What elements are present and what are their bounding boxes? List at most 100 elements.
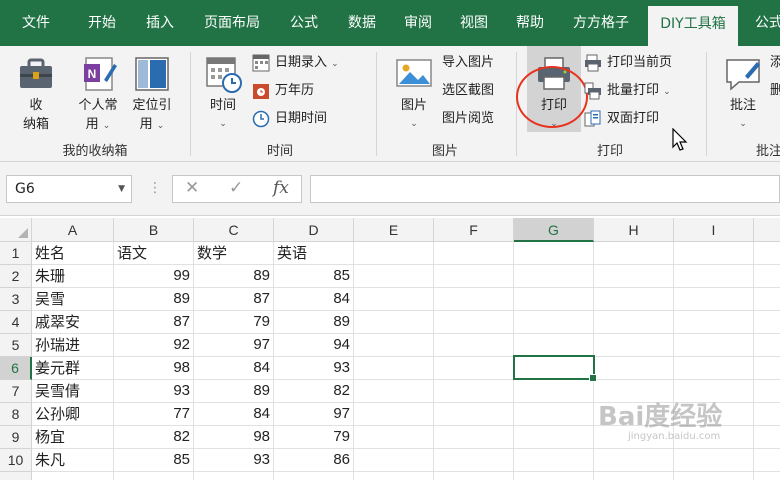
row-header[interactable]: 10 — [0, 449, 32, 472]
row-header[interactable]: 9 — [0, 426, 32, 449]
cell-i10[interactable] — [674, 449, 754, 472]
batch-print-button[interactable]: 批量打印 ⌄ — [584, 80, 671, 102]
cell-a7[interactable]: 吴雪倩 — [32, 380, 114, 403]
row-header[interactable]: 7 — [0, 380, 32, 403]
cell-f10[interactable] — [434, 449, 514, 472]
cell-f9[interactable] — [434, 426, 514, 449]
cell-d6[interactable]: 93 — [274, 357, 354, 380]
cell-a6[interactable]: 姜元群 — [32, 357, 114, 380]
cell-c5[interactable]: 97 — [194, 334, 274, 357]
cell-j1[interactable] — [754, 242, 780, 265]
cell-b8[interactable]: 77 — [114, 403, 194, 426]
personal-common-button[interactable]: N 个人常 用 ⌄ — [72, 54, 124, 136]
cell-g8[interactable] — [514, 403, 594, 426]
tab-review[interactable]: 审阅 — [390, 0, 446, 46]
cell-j8[interactable] — [754, 403, 780, 426]
cell-i[interactable] — [674, 472, 754, 480]
tab-diy-toolbox[interactable]: DIY工具箱 — [648, 6, 738, 46]
column-header-f[interactable]: F — [434, 218, 514, 242]
tab-insert[interactable]: 插入 — [132, 0, 188, 46]
cell-h4[interactable] — [594, 311, 674, 334]
cell-i4[interactable] — [674, 311, 754, 334]
cell-h3[interactable] — [594, 288, 674, 311]
cell-g10[interactable] — [514, 449, 594, 472]
column-header-i[interactable]: I — [674, 218, 754, 242]
cell-h5[interactable] — [594, 334, 674, 357]
cell-a8[interactable]: 公孙卿 — [32, 403, 114, 426]
cell-d10[interactable]: 86 — [274, 449, 354, 472]
cell-b1[interactable]: 语文 — [114, 242, 194, 265]
tab-view[interactable]: 视图 — [446, 0, 502, 46]
cell-j2[interactable] — [754, 265, 780, 288]
formula-input[interactable] — [310, 175, 780, 203]
cell-j4[interactable] — [754, 311, 780, 334]
row-header[interactable] — [0, 472, 32, 480]
cell-a3[interactable]: 吴雪 — [32, 288, 114, 311]
cell-b[interactable] — [114, 472, 194, 480]
cell-g4[interactable] — [514, 311, 594, 334]
cell-c3[interactable]: 87 — [194, 288, 274, 311]
tab-page-layout[interactable]: 页面布局 — [192, 0, 272, 46]
tab-file[interactable]: 文件 — [8, 0, 64, 46]
cell-j9[interactable] — [754, 426, 780, 449]
tab-help[interactable]: 帮助 — [502, 0, 558, 46]
tab-fangfang[interactable]: 方方格子 — [560, 0, 642, 46]
cell-g2[interactable] — [514, 265, 594, 288]
cell-b4[interactable]: 87 — [114, 311, 194, 334]
cell-e4[interactable] — [354, 311, 434, 334]
row-header[interactable]: 5 — [0, 334, 32, 357]
cell-b10[interactable]: 85 — [114, 449, 194, 472]
cell-a4[interactable]: 戚翠安 — [32, 311, 114, 334]
cell-j[interactable] — [754, 472, 780, 480]
insert-function-icon[interactable]: fx — [273, 178, 289, 198]
cell-f3[interactable] — [434, 288, 514, 311]
selected-cell-g6[interactable] — [513, 355, 597, 382]
cell-c6[interactable]: 84 — [194, 357, 274, 380]
cell-a5[interactable]: 孙瑞进 — [32, 334, 114, 357]
cell-h2[interactable] — [594, 265, 674, 288]
print-current-page-button[interactable]: 打印当前页 — [584, 52, 672, 74]
tab-data[interactable]: 数据 — [334, 0, 390, 46]
tab-formulas-2[interactable]: 公式 — [744, 0, 780, 46]
column-header-b[interactable]: B — [114, 218, 194, 242]
cell-a10[interactable]: 朱凡 — [32, 449, 114, 472]
row-header[interactable]: 2 — [0, 265, 32, 288]
cell-e7[interactable] — [354, 380, 434, 403]
cell-a9[interactable]: 杨宜 — [32, 426, 114, 449]
cell-a2[interactable]: 朱珊 — [32, 265, 114, 288]
column-header-d[interactable]: D — [274, 218, 354, 242]
row-header[interactable]: 6 — [0, 357, 32, 380]
cell-f8[interactable] — [434, 403, 514, 426]
cell-d8[interactable]: 97 — [274, 403, 354, 426]
cell-g1[interactable] — [514, 242, 594, 265]
tab-formulas[interactable]: 公式 — [276, 0, 332, 46]
cell-d9[interactable]: 79 — [274, 426, 354, 449]
cell-c[interactable] — [194, 472, 274, 480]
comment-button[interactable]: 批注 ⌄ — [718, 54, 768, 134]
cancel-icon[interactable]: ✕ — [185, 178, 199, 198]
column-header-a[interactable]: A — [32, 218, 114, 242]
select-all-corner[interactable] — [0, 218, 32, 242]
cell-c2[interactable]: 89 — [194, 265, 274, 288]
custom-locate-button[interactable]: 定位引 用 ⌄ — [126, 54, 178, 136]
storage-box-button[interactable]: 收 纳箱 — [10, 54, 62, 134]
selection-screenshot-button[interactable]: 选区截图 — [442, 80, 494, 102]
name-box[interactable]: G6 ▼ — [6, 175, 132, 203]
cell-e8[interactable] — [354, 403, 434, 426]
cell-f[interactable] — [434, 472, 514, 480]
cell-i2[interactable] — [674, 265, 754, 288]
column-header-c[interactable]: C — [194, 218, 274, 242]
cell-f1[interactable] — [434, 242, 514, 265]
cell-h10[interactable] — [594, 449, 674, 472]
cell-f6[interactable] — [434, 357, 514, 380]
cell-f5[interactable] — [434, 334, 514, 357]
cell-e6[interactable] — [354, 357, 434, 380]
cell-j10[interactable] — [754, 449, 780, 472]
enter-icon[interactable]: ✓ — [229, 178, 243, 198]
cell-b3[interactable]: 89 — [114, 288, 194, 311]
cell-f2[interactable] — [434, 265, 514, 288]
picture-viewer-button[interactable]: 图片阅览 — [442, 108, 494, 130]
cell-e1[interactable] — [354, 242, 434, 265]
cell-e2[interactable] — [354, 265, 434, 288]
cell-c1[interactable]: 数学 — [194, 242, 274, 265]
